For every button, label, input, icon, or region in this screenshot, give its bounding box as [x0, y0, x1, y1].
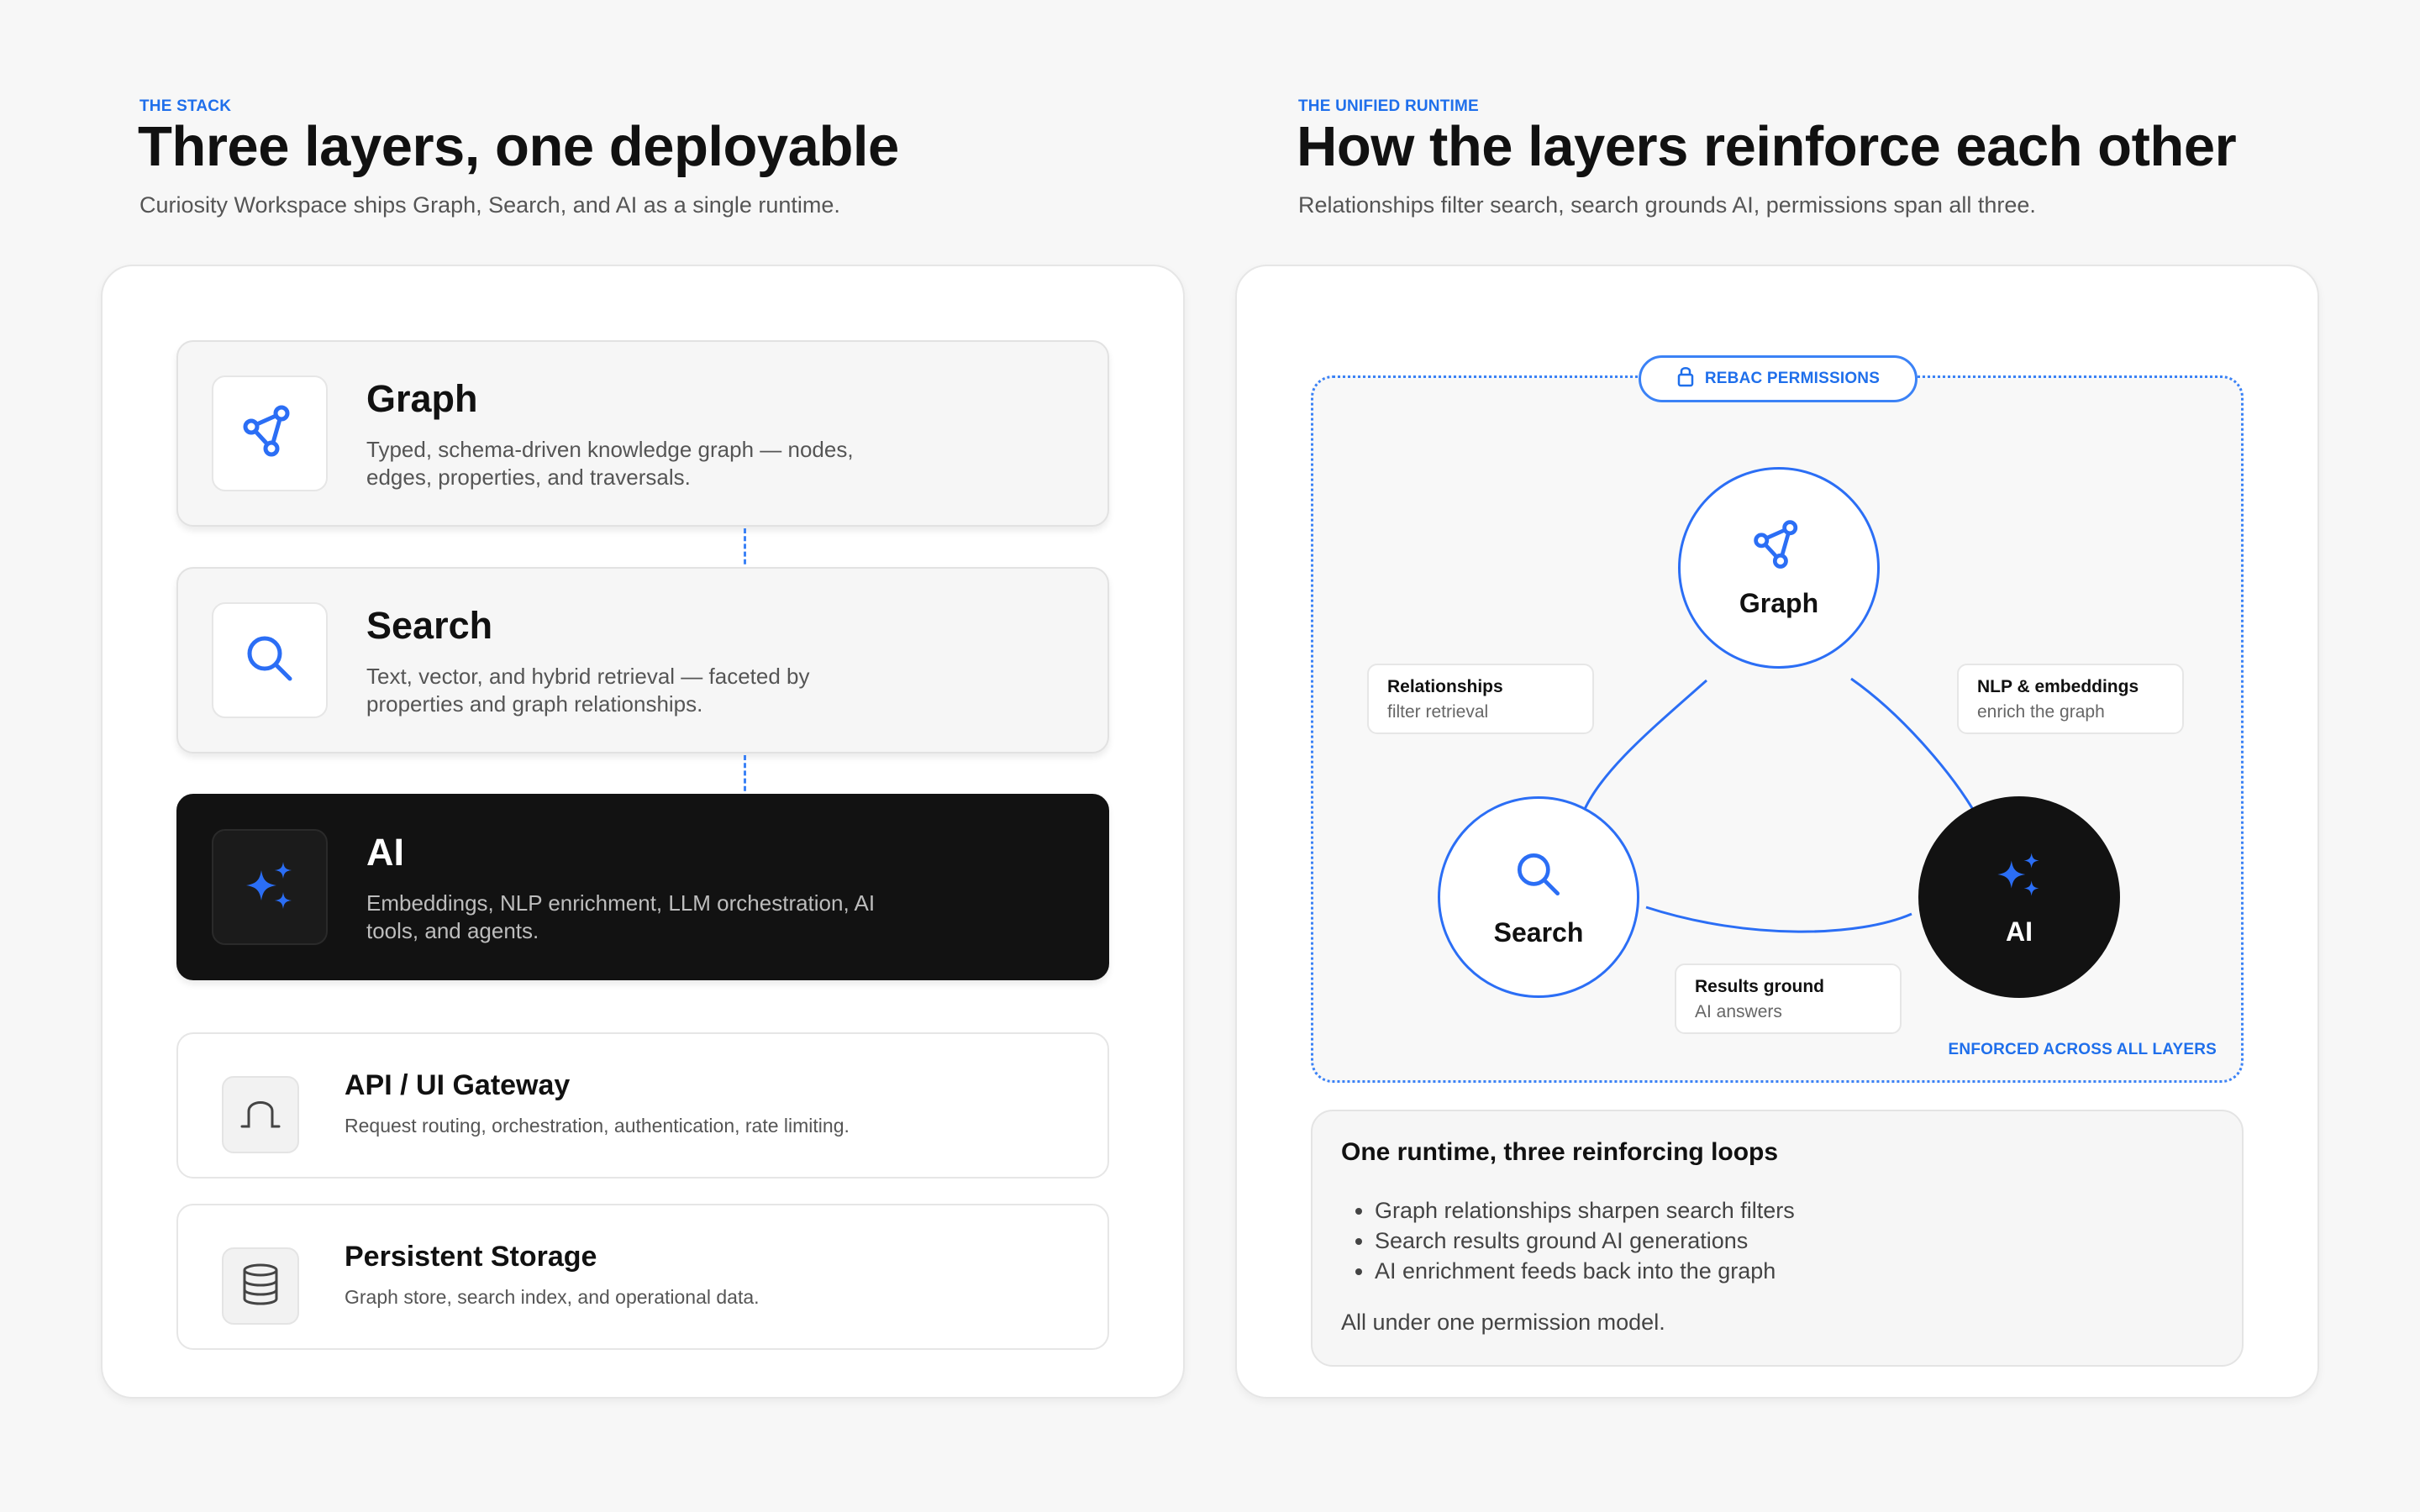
infra-storage-title: Persistent Storage — [345, 1241, 597, 1273]
summary-item: Graph relationships sharpen search filte… — [1375, 1195, 1795, 1226]
layer-search[interactable]: Search Text, vector, and hybrid retrieva… — [176, 567, 1109, 753]
layer-graph-desc: Typed, schema-driven knowledge graph — n… — [366, 437, 854, 490]
layer-graph-icon-box — [212, 375, 328, 491]
edge-label-graph-ai: NLP & embeddings enrich the graph — [1957, 664, 2184, 734]
node-graph-label: Graph — [1739, 588, 1819, 618]
edge-label-search-ai: Results ground AI answers — [1675, 963, 1902, 1034]
permissions-boundary: Graph Search AI Relationships filter ret… — [1311, 375, 2244, 1083]
right-heading: How the layers reinforce each other — [1297, 115, 2237, 178]
connector-graph-search — [744, 528, 746, 572]
infra-gateway-title: API / UI Gateway — [345, 1069, 571, 1101]
connector-search-ai — [744, 755, 746, 799]
edge-search-ai — [1645, 906, 1912, 933]
layer-graph[interactable]: Graph Typed, schema-driven knowledge gra… — [176, 340, 1109, 527]
node-search-label: Search — [1493, 917, 1584, 948]
summary-item: Search results ground AI generations — [1375, 1226, 1795, 1256]
node-ai[interactable]: AI — [1918, 796, 2120, 998]
edge-label-graph-search-sub: filter retrieval — [1387, 702, 1489, 722]
summary-item: AI enrichment feeds back into the graph — [1375, 1256, 1795, 1286]
right-subtitle: Relationships filter search, search grou… — [1298, 192, 2036, 218]
edge-label-graph-search: Relationships filter retrieval — [1367, 664, 1594, 734]
edge-label-search-ai-sub: AI answers — [1695, 1002, 1782, 1021]
layer-search-desc: Text, vector, and hybrid retrieval — fac… — [366, 664, 810, 717]
layer-search-title: Search — [366, 604, 493, 647]
infra-gateway[interactable]: API / UI Gateway Request routing, orches… — [176, 1032, 1109, 1179]
edge-label-graph-ai-sub: enrich the graph — [1977, 702, 2105, 722]
stack-panel: Graph Typed, schema-driven knowledge gra… — [101, 265, 1185, 1399]
runtime-panel: Graph Search AI Relationships filter ret… — [1235, 265, 2319, 1399]
rebac-permissions-badge: REBAC PERMISSIONS — [1639, 355, 1918, 402]
search-icon — [239, 628, 300, 693]
edge-label-search-ai-title: Results ground — [1695, 977, 1825, 996]
infra-storage-desc: Graph store, search index, and operation… — [345, 1286, 760, 1308]
left-subtitle: Curiosity Workspace ships Graph, Search,… — [139, 192, 840, 218]
edge-label-graph-search-title: Relationships — [1387, 677, 1503, 696]
left-eyebrow: THE STACK — [139, 97, 232, 115]
layer-ai[interactable]: AI Embeddings, NLP enrichment, LLM orche… — [176, 794, 1109, 980]
edge-label-graph-ai-title: NLP & embeddings — [1977, 677, 2139, 696]
edge-graph-search — [1581, 679, 1707, 816]
node-ai-label: AI — [2006, 916, 2033, 947]
layer-ai-title: AI — [366, 831, 404, 874]
infra-gateway-icon-box — [222, 1076, 299, 1153]
layer-search-icon-box — [212, 602, 328, 718]
infra-storage-icon-box — [222, 1247, 299, 1325]
database-icon — [239, 1262, 281, 1311]
node-search[interactable]: Search — [1438, 796, 1639, 998]
layer-ai-desc: Embeddings, NLP enrichment, LLM orchestr… — [366, 890, 876, 943]
infra-storage[interactable]: Persistent Storage Graph store, search i… — [176, 1204, 1109, 1350]
summary-title: One runtime, three reinforcing loops — [1341, 1138, 1779, 1166]
summary-list: Graph relationships sharpen search filte… — [1375, 1195, 1795, 1286]
sparkles-icon — [239, 855, 300, 920]
graph-icon — [239, 402, 300, 466]
layer-graph-title: Graph — [366, 377, 478, 420]
infra-gateway-desc: Request routing, orchestration, authenti… — [345, 1115, 850, 1137]
search-icon — [1510, 846, 1567, 907]
sparkles-icon — [1991, 847, 2047, 906]
right-eyebrow: THE UNIFIED RUNTIME — [1298, 97, 1479, 115]
summary-footer: All under one permission model. — [1341, 1310, 1665, 1335]
lock-icon — [1676, 365, 1695, 392]
graph-icon — [1750, 517, 1807, 578]
layer-ai-icon-box — [212, 829, 328, 945]
gateway-icon — [237, 1093, 284, 1137]
rebac-permissions-label: REBAC PERMISSIONS — [1704, 370, 1881, 387]
left-heading: Three layers, one deployable — [138, 115, 899, 178]
summary-card: One runtime, three reinforcing loops Gra… — [1311, 1110, 2244, 1367]
enforced-label: ENFORCED ACROSS ALL LAYERS — [1948, 1041, 2217, 1058]
node-graph[interactable]: Graph — [1678, 467, 1880, 669]
